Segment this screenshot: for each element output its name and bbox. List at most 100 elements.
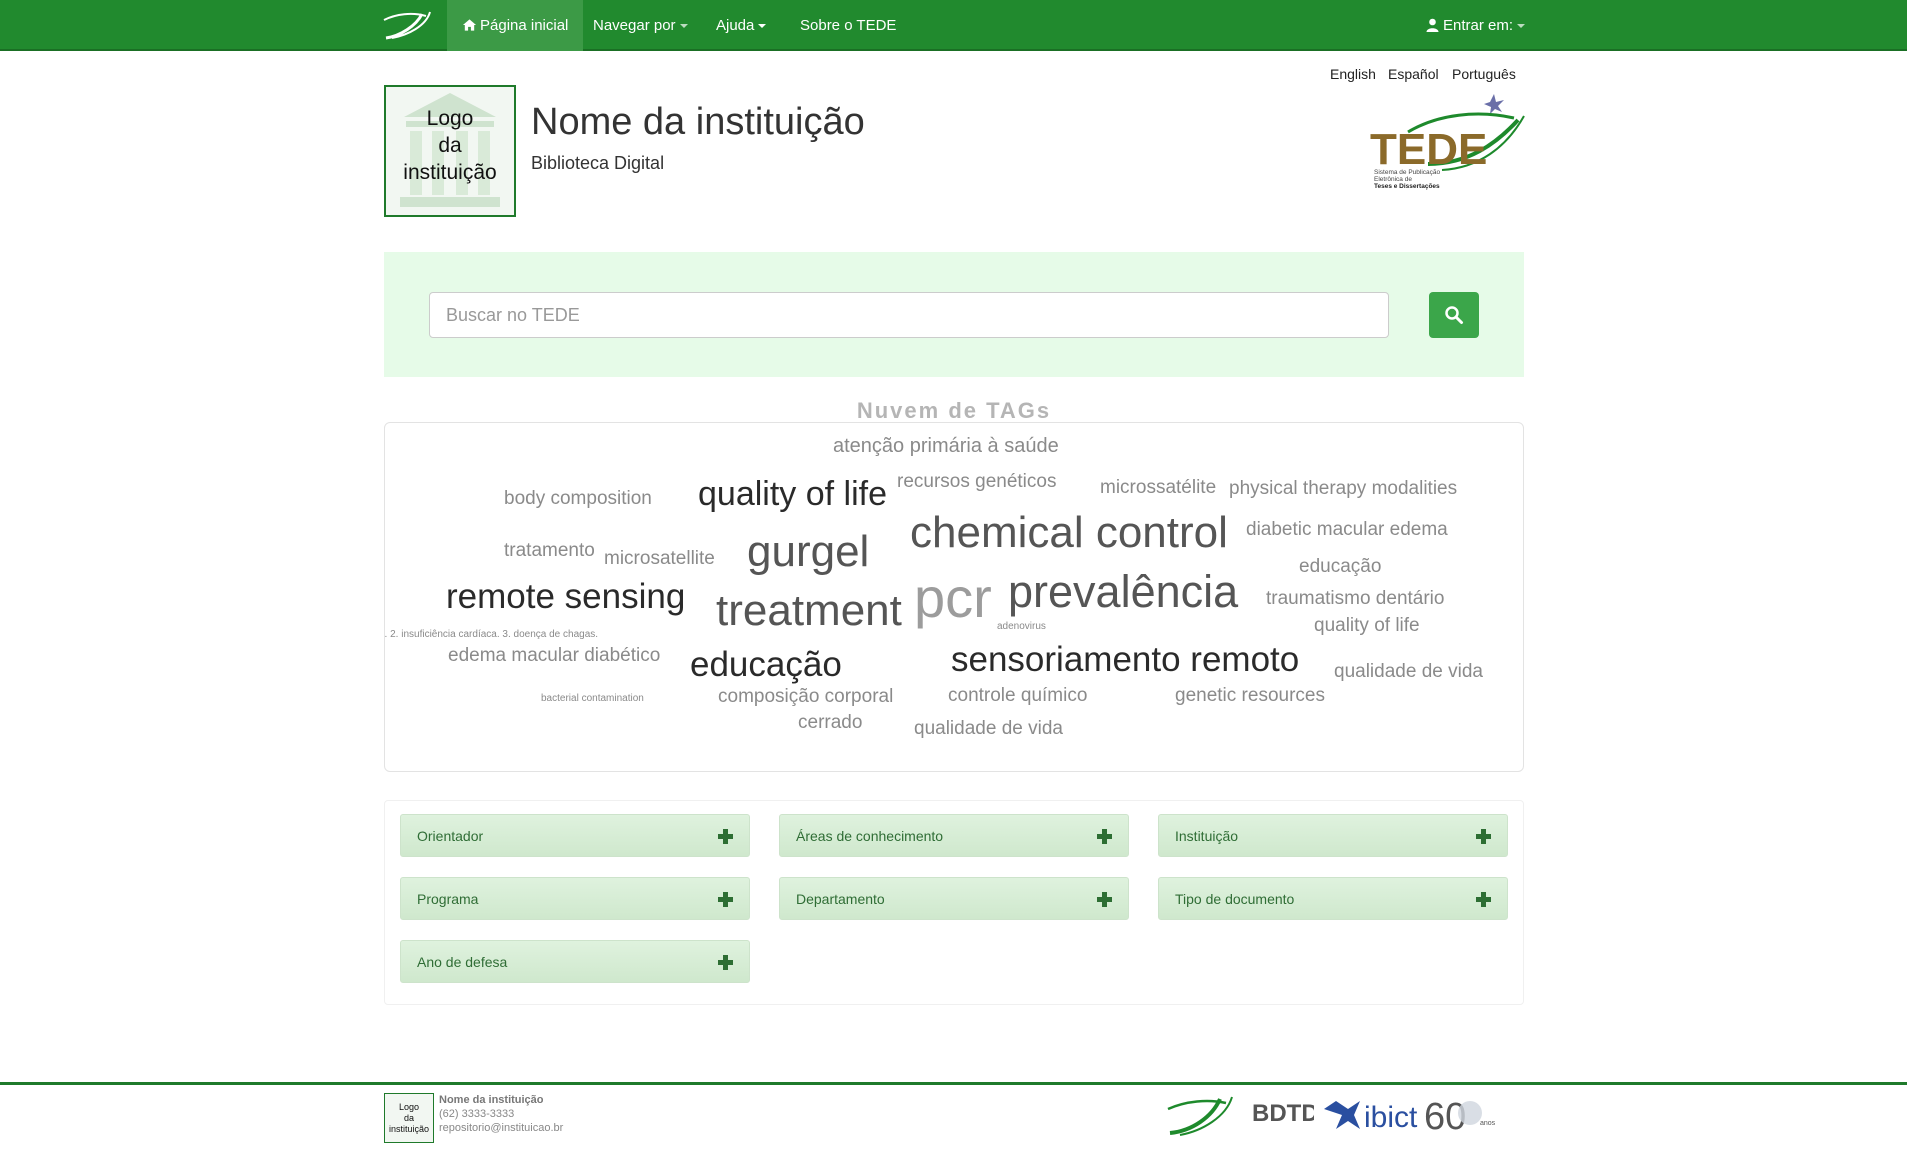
tag-link[interactable]: body composition — [504, 489, 652, 508]
facet-label: Departamento — [796, 891, 885, 907]
tag-link[interactable]: composição corporal — [718, 687, 893, 706]
tag-cloud: atenção primária à saúde body compositio… — [384, 422, 1524, 772]
tag-link[interactable]: traumatismo dentário — [1266, 589, 1444, 608]
svg-text:Eletrônica de: Eletrônica de — [1374, 176, 1412, 183]
facet-label: Orientador — [417, 828, 484, 844]
facet-label: Tipo de documento — [1175, 891, 1295, 907]
plus-icon — [718, 892, 733, 907]
facet-label: Áreas de conhecimento — [796, 828, 944, 844]
nav-home[interactable]: Página inicial — [447, 0, 584, 51]
footer-phone: (62) 3333-3333 — [439, 1108, 515, 1120]
tag-link[interactable]: controle químico — [948, 686, 1087, 705]
search-input[interactable] — [429, 292, 1389, 338]
plus-icon — [1476, 829, 1491, 844]
facet-label: Ano de defesa — [417, 954, 508, 970]
plus-icon — [1097, 829, 1112, 844]
nav-home-label: Página inicial — [480, 17, 569, 34]
home-icon — [462, 19, 477, 31]
tag-link[interactable]: qualidade de vida — [1334, 662, 1483, 681]
facet-areas-conhecimento[interactable]: Áreas de conhecimento — [779, 814, 1129, 857]
tag-link[interactable]: bacterial contamination — [541, 694, 644, 704]
institution-logo[interactable]: Logo da instituição — [384, 85, 516, 217]
tag-link[interactable]: gurgel — [747, 530, 869, 574]
svg-text:BDTD: BDTD — [1252, 1100, 1314, 1127]
tag-link[interactable]: genetic resources — [1175, 686, 1325, 705]
tag-link[interactable]: microsatellite — [604, 549, 715, 568]
tag-link[interactable]: edema macular diabético — [448, 646, 660, 665]
tag-link[interactable]: quality of life — [698, 477, 887, 511]
tag-link[interactable]: treatment — [716, 589, 902, 633]
tag-link[interactable]: cerrado — [798, 713, 862, 732]
tag-link[interactable]: qualidade de vida — [914, 719, 1063, 738]
tag-link[interactable]: atenção primária à saúde — [833, 436, 1059, 456]
tag-link[interactable]: prevalência — [1008, 569, 1238, 614]
logo-text-1: Logo — [426, 107, 474, 130]
lang-portugues[interactable]: Português — [1452, 66, 1516, 82]
svg-text:anos: anos — [1480, 1120, 1495, 1127]
nav-help-label: Ajuda — [716, 17, 755, 34]
bdtd-logo[interactable]: BDTD — [1250, 1091, 1314, 1131]
plus-icon — [1097, 892, 1112, 907]
logo-text-2: da — [438, 134, 462, 157]
plus-icon — [718, 829, 733, 844]
nav-about-label: Sobre o TEDE — [800, 17, 897, 34]
tede-swoosh-logo[interactable] — [1166, 1091, 1238, 1139]
plus-icon — [1476, 892, 1491, 907]
lang-espanol[interactable]: Español — [1388, 66, 1439, 82]
facet-label: Instituição — [1175, 828, 1239, 844]
institution-subtitle: Biblioteca Digital — [531, 153, 665, 173]
tede-swoosh-logo[interactable] — [382, 8, 434, 42]
tag-link[interactable]: educação — [690, 647, 842, 682]
tag-link[interactable]: 1. 2. insuficiência cardíaca. 3. doença … — [385, 630, 598, 640]
tag-link[interactable]: physical therapy modalities — [1229, 479, 1457, 498]
svg-text:Sistema de Publicação: Sistema de Publicação — [1374, 169, 1441, 176]
caret-down-icon — [679, 24, 688, 29]
browse-facets: Orientador Áreas de conhecimento Institu… — [384, 800, 1524, 1005]
ibict-star-icon — [1324, 1101, 1360, 1129]
facet-orientador[interactable]: Orientador — [400, 814, 750, 857]
tag-link[interactable]: sensoriamento remoto — [951, 642, 1299, 677]
tag-link[interactable]: adenovirus — [997, 622, 1046, 632]
tag-link[interactable]: quality of life — [1314, 616, 1420, 635]
caret-down-icon — [758, 24, 767, 29]
tag-cloud-title: Nuvem de TAGs — [856, 398, 1052, 423]
search-button[interactable] — [1429, 292, 1479, 338]
tede-logo-text: TEDE — [1370, 125, 1487, 174]
lang-english[interactable]: English — [1330, 66, 1376, 82]
tag-link[interactable]: tratamento — [504, 541, 595, 560]
footer-email[interactable]: repositorio@instituicao.br — [439, 1122, 563, 1134]
logo-text-3: instituição — [403, 161, 497, 184]
tede-logo[interactable]: TEDE Sistema de Publicação Eletrônica de… — [1368, 92, 1526, 192]
facet-instituicao[interactable]: Instituição — [1158, 814, 1508, 857]
nav-help-dropdown[interactable]: Ajuda — [701, 0, 781, 51]
nav-login-dropdown[interactable]: Entrar em: — [1410, 0, 1540, 51]
facet-tipo-documento[interactable]: Tipo de documento — [1158, 877, 1508, 920]
nav-about[interactable]: Sobre o TEDE — [785, 0, 911, 51]
facet-departamento[interactable]: Departamento — [779, 877, 1129, 920]
tag-link[interactable]: remote sensing — [446, 579, 685, 614]
ibict-logo[interactable]: ibict 60 anos — [1320, 1091, 1495, 1139]
footer-institution-name: Nome da instituição — [439, 1094, 544, 1106]
institution-name: Nome da instituição — [531, 101, 865, 143]
svg-text:ibict: ibict — [1364, 1101, 1418, 1134]
facet-ano-defesa[interactable]: Ano de defesa — [400, 940, 750, 983]
footer: Logo da instituição Nome da instituição … — [0, 1082, 1907, 1158]
tag-link[interactable]: pcr — [914, 570, 992, 626]
tag-link[interactable]: diabetic macular edema — [1246, 520, 1448, 539]
user-icon — [1426, 18, 1439, 32]
nav-login-label: Entrar em: — [1443, 17, 1514, 34]
svg-text:Teses e Dissertações: Teses e Dissertações — [1374, 183, 1440, 190]
tag-link[interactable]: recursos genéticos — [897, 472, 1056, 491]
facet-programa[interactable]: Programa — [400, 877, 750, 920]
tag-link[interactable]: microssatélite — [1100, 478, 1216, 497]
footer-institution-logo[interactable]: Logo da instituição — [384, 1093, 434, 1143]
facet-label: Programa — [417, 891, 479, 907]
top-navbar: Página inicial Navegar por Ajuda Sobre o… — [0, 0, 1907, 51]
plus-icon — [718, 955, 733, 970]
search-icon — [1445, 306, 1463, 324]
search-panel — [384, 252, 1524, 377]
tag-link[interactable]: educação — [1299, 557, 1381, 576]
nav-browse-dropdown[interactable]: Navegar por — [578, 0, 703, 51]
tag-link[interactable]: chemical control — [910, 511, 1228, 555]
caret-down-icon — [1517, 24, 1526, 29]
